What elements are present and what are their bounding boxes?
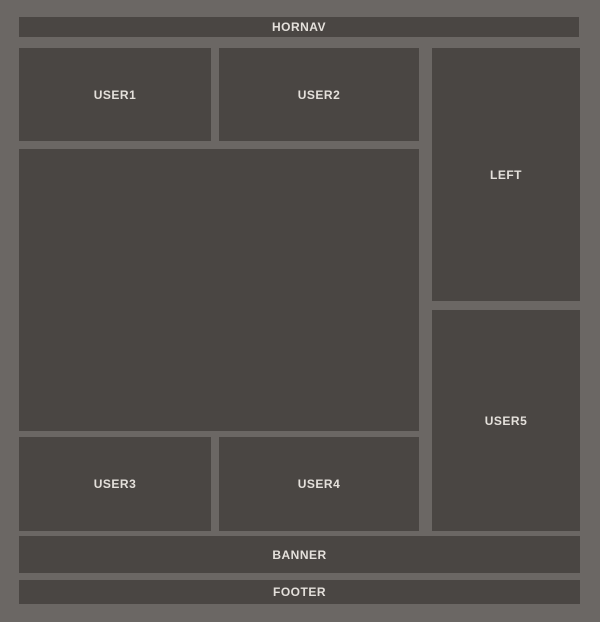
left-block: LEFT [432, 48, 580, 301]
user3-label: USER3 [93, 477, 137, 491]
main-content-block [19, 149, 419, 431]
footer-label: FOOTER [273, 585, 326, 599]
footer-block: FOOTER [19, 580, 580, 604]
user2-block: USER2 [219, 48, 419, 141]
user4-block: USER4 [219, 437, 419, 531]
user1-label: USER1 [93, 87, 137, 102]
user3-block: USER3 [19, 437, 211, 531]
hornav-label: HORNAV [271, 20, 327, 34]
user1-block: USER1 [19, 48, 211, 141]
user2-label: USER2 [297, 87, 341, 102]
user5-block: USER5 [432, 310, 580, 531]
hornav-block: HORNAV [19, 17, 579, 37]
left-label: LEFT [490, 167, 522, 182]
user5-label: USER5 [484, 413, 528, 428]
user4-label: USER4 [297, 477, 341, 491]
banner-block: BANNER [19, 536, 580, 573]
banner-label: BANNER [272, 547, 327, 562]
